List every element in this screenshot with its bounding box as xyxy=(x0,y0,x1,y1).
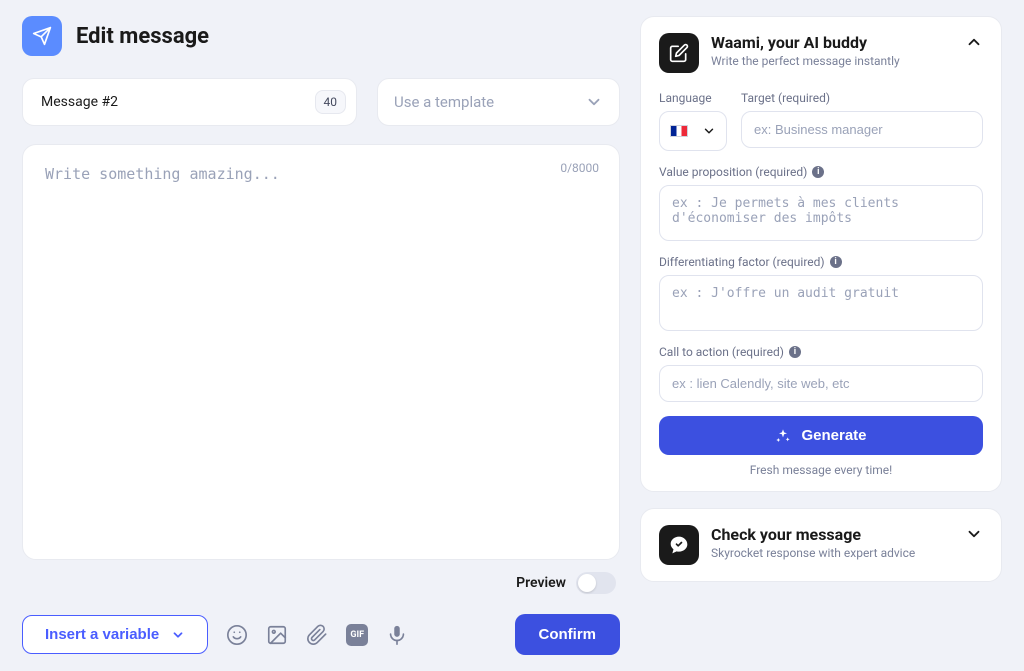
sparkle-icon xyxy=(775,428,791,444)
message-name: Message #2 xyxy=(41,94,118,110)
target-label: Target (required) xyxy=(741,91,983,105)
char-counter: 0/8000 xyxy=(560,161,599,175)
fresh-message-note: Fresh message every time! xyxy=(659,463,983,477)
language-label: Language xyxy=(659,91,727,105)
generate-label: Generate xyxy=(801,427,866,444)
insert-variable-label: Insert a variable xyxy=(45,626,159,643)
info-icon[interactable]: i xyxy=(789,346,801,358)
preview-label: Preview xyxy=(516,575,566,591)
chevron-down-icon xyxy=(171,628,185,642)
check-chat-icon xyxy=(659,525,699,565)
message-name-card[interactable]: Message #2 40 xyxy=(22,78,357,126)
target-input[interactable] xyxy=(741,111,983,148)
emoji-icon[interactable] xyxy=(226,624,248,646)
page-title: Edit message xyxy=(76,24,209,49)
send-icon xyxy=(22,16,62,56)
confirm-button[interactable]: Confirm xyxy=(515,614,621,655)
attachment-icon[interactable] xyxy=(306,624,328,646)
check-subtitle: Skyrocket response with expert advice xyxy=(711,546,953,560)
gif-icon[interactable]: GIF xyxy=(346,624,368,646)
value-prop-label: Value proposition (required)i xyxy=(659,165,983,179)
chevron-down-icon xyxy=(585,93,603,111)
check-message-card[interactable]: Check your message Skyrocket response wi… xyxy=(640,508,1002,582)
insert-variable-button[interactable]: Insert a variable xyxy=(22,615,208,654)
ai-buddy-card: Waami, your AI buddy Write the perfect m… xyxy=(640,16,1002,492)
chevron-up-icon[interactable] xyxy=(965,33,983,51)
message-textarea[interactable] xyxy=(45,165,597,539)
cta-label: Call to action (required)i xyxy=(659,345,983,359)
info-icon[interactable]: i xyxy=(812,166,824,178)
cta-input[interactable] xyxy=(659,365,983,402)
info-icon[interactable]: i xyxy=(830,256,842,268)
chevron-down-icon xyxy=(702,124,716,138)
microphone-icon[interactable] xyxy=(386,624,408,646)
flag-france-icon xyxy=(670,125,688,137)
preview-toggle[interactable] xyxy=(576,572,616,594)
value-prop-input[interactable] xyxy=(659,185,983,241)
template-dropdown[interactable]: Use a template xyxy=(377,78,620,126)
diff-factor-label: Differentiating factor (required)i xyxy=(659,255,983,269)
image-icon[interactable] xyxy=(266,624,288,646)
ai-subtitle: Write the perfect message instantly xyxy=(711,54,953,68)
chevron-down-icon[interactable] xyxy=(965,525,983,543)
template-placeholder: Use a template xyxy=(394,93,494,111)
compose-icon xyxy=(659,33,699,73)
diff-factor-input[interactable] xyxy=(659,275,983,331)
page-header: Edit message xyxy=(22,16,620,56)
language-select[interactable] xyxy=(659,111,727,151)
generate-button[interactable]: Generate xyxy=(659,416,983,455)
message-length-badge: 40 xyxy=(315,90,347,114)
message-editor[interactable]: 0/8000 xyxy=(22,144,620,560)
ai-title: Waami, your AI buddy xyxy=(711,33,953,52)
check-title: Check your message xyxy=(711,525,953,544)
